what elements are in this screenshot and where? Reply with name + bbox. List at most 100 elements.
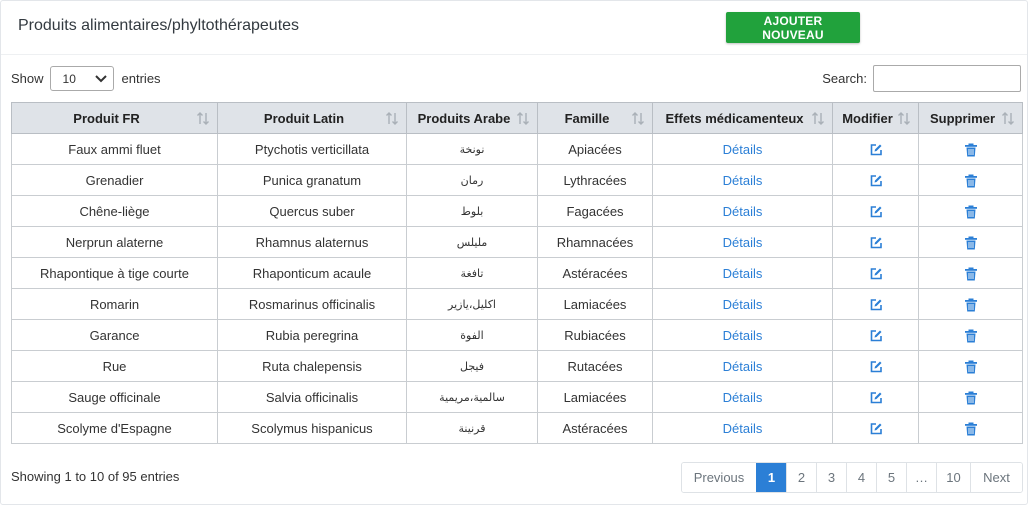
details-link[interactable]: Détails [723, 142, 763, 157]
edit-icon[interactable] [869, 174, 883, 188]
trash-icon[interactable] [964, 205, 978, 219]
cell-produit-arabe: سالمية،مريمية [406, 381, 538, 413]
sort-icon[interactable] [812, 112, 824, 125]
column-header[interactable]: Effets médicamenteux [652, 102, 833, 134]
cell-produit-arabe: اكليل،يازير [406, 288, 538, 320]
column-header-label: Supprimer [929, 110, 995, 126]
table-row: Nerprun alaterne Rhamnus alaternus مليلس Rh… [11, 226, 1023, 258]
trash-icon[interactable] [964, 298, 978, 312]
next-page-button[interactable]: Next [970, 463, 1022, 492]
search-label: Search: [822, 71, 867, 86]
page-2-button[interactable]: 2 [786, 463, 816, 492]
column-header[interactable]: Modifier [832, 102, 919, 134]
edit-icon[interactable] [869, 205, 883, 219]
column-header[interactable]: Supprimer [918, 102, 1023, 134]
cell-produit-latin: Rhamnus alaternus [217, 226, 407, 258]
sort-icon[interactable] [197, 112, 209, 125]
page-5-button[interactable]: 5 [876, 463, 906, 492]
add-new-button[interactable]: AJOUTER NOUVEAU [726, 12, 860, 43]
cell-produit-fr: Rhapontique à tige courte [11, 257, 218, 289]
cell-famille: Lythracées [537, 164, 653, 196]
cell-produit-arabe: تافغة [406, 257, 538, 289]
trash-icon[interactable] [964, 329, 978, 343]
sort-icon[interactable] [517, 112, 529, 125]
page-ellipsis: … [906, 463, 936, 492]
cell-famille: Rubiacées [537, 319, 653, 351]
cell-famille: Apiacées [537, 133, 653, 165]
cell-produit-latin: Rosmarinus officinalis [217, 288, 407, 320]
cell-effets: Détails [652, 381, 833, 413]
details-link[interactable]: Détails [723, 173, 763, 188]
cell-famille: Astéracées [537, 412, 653, 444]
trash-icon[interactable] [964, 143, 978, 157]
cell-produit-latin: Ruta chalepensis [217, 350, 407, 382]
column-header[interactable]: Produit Latin [217, 102, 407, 134]
cell-effets: Détails [652, 257, 833, 289]
page-4-button[interactable]: 4 [846, 463, 876, 492]
cell-produit-latin: Rubia peregrina [217, 319, 407, 351]
cell-supprimer [918, 350, 1023, 382]
search-box: Search: [822, 65, 1021, 92]
table-row: Grenadier Punica granatum رمان Lythracées Dé… [11, 164, 1023, 196]
edit-icon[interactable] [869, 329, 883, 343]
cell-produit-arabe: نونخة [406, 133, 538, 165]
entries-select[interactable]: 10 [49, 66, 114, 91]
sort-icon[interactable] [632, 112, 644, 125]
edit-icon[interactable] [869, 391, 883, 405]
cell-famille: Astéracées [537, 257, 653, 289]
cell-effets: Détails [652, 319, 833, 351]
column-header-label: Modifier [842, 110, 893, 126]
cell-supprimer [918, 257, 1023, 289]
table-body: Faux ammi fluet Ptychotis verticillata نون… [11, 133, 1023, 444]
details-link[interactable]: Détails [723, 297, 763, 312]
edit-icon[interactable] [869, 236, 883, 250]
cell-produit-latin: Ptychotis verticillata [217, 133, 407, 165]
table-row: Romarin Rosmarinus officinalis اكليل،يازير… [11, 288, 1023, 320]
details-link[interactable]: Détails [723, 359, 763, 374]
trash-icon[interactable] [964, 391, 978, 405]
edit-icon[interactable] [869, 422, 883, 436]
details-link[interactable]: Détails [723, 235, 763, 250]
edit-icon[interactable] [869, 360, 883, 374]
page-1-button[interactable]: 1 [756, 463, 786, 492]
column-header[interactable]: Famille [537, 102, 653, 134]
sort-icon[interactable] [1002, 112, 1014, 125]
trash-icon[interactable] [964, 267, 978, 281]
cell-famille: Rhamnacées [537, 226, 653, 258]
edit-icon[interactable] [869, 267, 883, 281]
search-input[interactable] [873, 65, 1021, 92]
table-row: Garance Rubia peregrina الفوة Rubiacées Déta… [11, 319, 1023, 351]
edit-icon[interactable] [869, 298, 883, 312]
cell-produit-arabe: قرنينة [406, 412, 538, 444]
page-10-button[interactable]: 10 [936, 463, 970, 492]
page-title: Produits alimentaires/phyltothérapeutes [18, 17, 300, 34]
column-header-label: Produit FR [73, 110, 140, 126]
column-header[interactable]: Produit FR [11, 102, 218, 134]
sort-icon[interactable] [386, 112, 398, 125]
trash-icon[interactable] [964, 236, 978, 250]
details-link[interactable]: Détails [723, 390, 763, 405]
cell-modifier [832, 164, 919, 196]
page-3-button[interactable]: 3 [816, 463, 846, 492]
trash-icon[interactable] [964, 174, 978, 188]
cell-effets: Détails [652, 226, 833, 258]
details-link[interactable]: Détails [723, 204, 763, 219]
cell-supprimer [918, 226, 1023, 258]
cell-modifier [832, 195, 919, 227]
table-row: Rue Ruta chalepensis فيجل Rutacées Détails [11, 350, 1023, 382]
cell-produit-fr: Garance [11, 319, 218, 351]
details-link[interactable]: Détails [723, 328, 763, 343]
details-link[interactable]: Détails [723, 421, 763, 436]
sort-icon[interactable] [898, 112, 910, 125]
trash-icon[interactable] [964, 422, 978, 436]
cell-supprimer [918, 195, 1023, 227]
cell-modifier [832, 133, 919, 165]
table-row: Rhapontique à tige courte Rhaponticum aca… [11, 257, 1023, 289]
edit-icon[interactable] [869, 143, 883, 157]
trash-icon[interactable] [964, 360, 978, 374]
column-header-label: Produit Latin [263, 110, 345, 126]
previous-page-button[interactable]: Previous [682, 463, 756, 492]
details-link[interactable]: Détails [723, 266, 763, 281]
column-header[interactable]: Produits Arabe [406, 102, 538, 134]
cell-effets: Détails [652, 164, 833, 196]
